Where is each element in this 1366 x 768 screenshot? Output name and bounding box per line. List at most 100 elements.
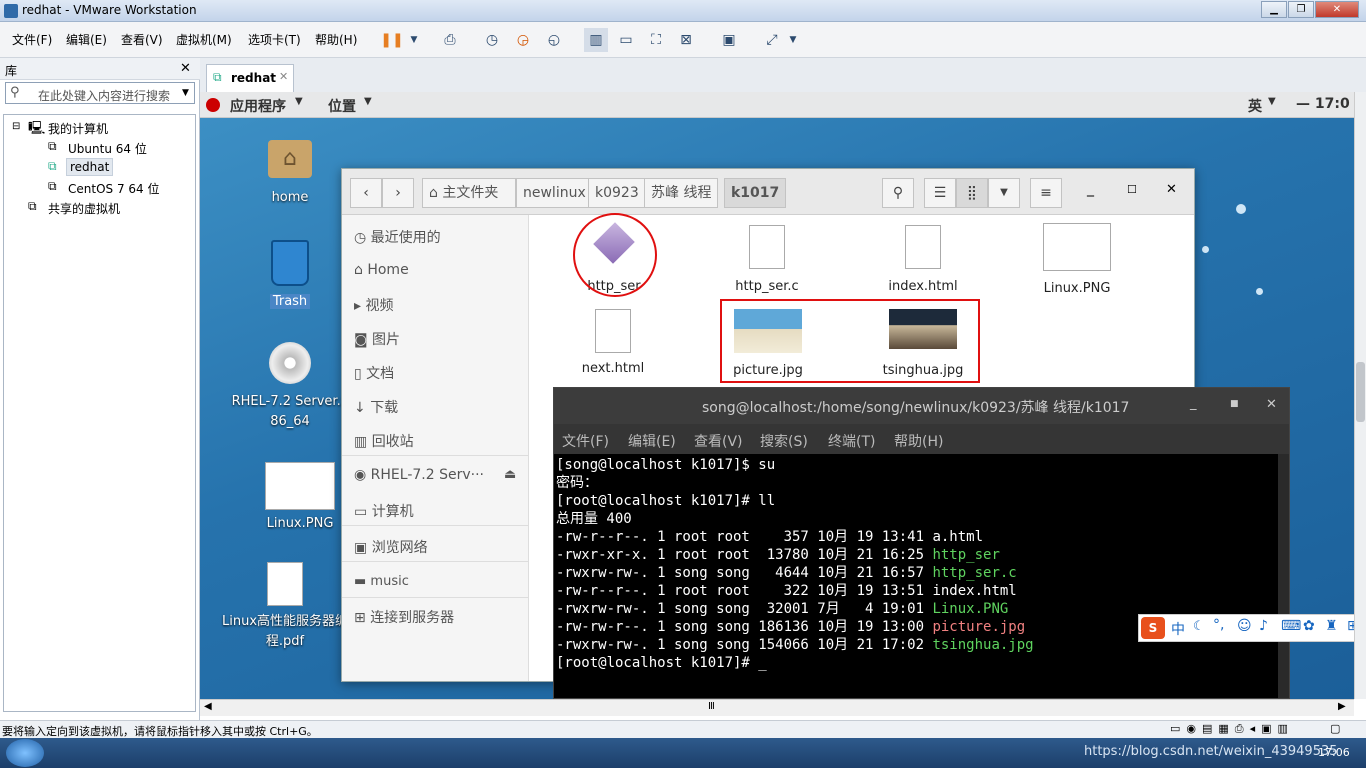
file-index-html[interactable]: index.html xyxy=(878,225,968,294)
unity-icon[interactable]: ⊠ xyxy=(674,28,698,52)
thumbnail-icon[interactable]: ▭ xyxy=(614,28,638,52)
term-menu-edit[interactable]: 编辑(E) xyxy=(628,431,676,451)
menu-help[interactable]: 帮助(H) xyxy=(315,31,357,48)
moon-icon[interactable]: ☾ xyxy=(1193,619,1205,634)
toolbox-icon[interactable]: ✿ xyxy=(1303,618,1315,634)
crumb-k0923[interactable]: k0923 xyxy=(588,178,646,208)
maximize-icon[interactable]: ❐ xyxy=(1288,1,1314,18)
back-button[interactable]: ‹ xyxy=(350,178,382,208)
snapshot-manager-icon[interactable]: ◵ xyxy=(542,28,566,52)
search-dropdown-icon[interactable]: ▼ xyxy=(182,88,189,98)
microphone-icon[interactable]: ♪ xyxy=(1259,618,1268,634)
file-next-html[interactable]: next.html xyxy=(568,309,658,376)
sidebar-item-connect-server[interactable]: ⊞ 连接到服务器 xyxy=(354,607,454,627)
crumb-home[interactable]: ⌂ 主文件夹 xyxy=(422,178,516,208)
emoji-icon[interactable]: ☺ xyxy=(1237,618,1252,634)
menu-edit[interactable]: 编辑(E) xyxy=(66,31,107,48)
search-input[interactable]: 在此处键入内容进行搜索 xyxy=(38,87,170,104)
pause-icon[interactable]: ❚❚ xyxy=(380,28,404,52)
collapse-icon[interactable]: ⊟ xyxy=(12,121,20,132)
console-icon[interactable]: ▣ xyxy=(717,28,741,52)
sogou-icon[interactable]: S xyxy=(1141,617,1165,639)
crumb-thread[interactable]: 苏峰 线程 xyxy=(644,178,719,208)
crumb-k1017[interactable]: k1017 xyxy=(724,178,787,208)
snapshot-icon[interactable]: ◷ xyxy=(480,28,504,52)
terminal-scrollbar[interactable] xyxy=(1278,454,1289,698)
start-button[interactable] xyxy=(6,739,44,767)
sidebar-item-computer[interactable]: ▭ 计算机 xyxy=(354,501,414,521)
view-options-icon[interactable]: ▼ xyxy=(988,178,1020,208)
sidebar-item-documents[interactable]: ▯ 文档 xyxy=(354,363,394,383)
skin-icon[interactable]: ♜ xyxy=(1325,618,1338,634)
scroll-thumb[interactable]: Ⅲ xyxy=(708,701,715,712)
message-icon[interactable]: ▢ xyxy=(1330,722,1340,735)
close-icon[interactable]: ✕ xyxy=(1166,182,1177,197)
scroll-thumb[interactable] xyxy=(1356,362,1365,422)
send-keys-icon[interactable]: ⎙ xyxy=(438,28,462,52)
file-linux-png[interactable]: Linux.PNG xyxy=(1032,223,1122,296)
maximize-icon[interactable]: ■ xyxy=(1230,399,1239,409)
close-icon[interactable]: ✕ xyxy=(1266,397,1277,412)
sidebar-toggle-icon[interactable]: ▥ xyxy=(584,28,608,52)
maximize-icon[interactable]: ☐ xyxy=(1127,183,1137,196)
term-menu-view[interactable]: 查看(V) xyxy=(694,431,743,451)
sidebar-item-home[interactable]: ⌂ Home xyxy=(354,262,409,278)
menu-view[interactable]: 查看(V) xyxy=(121,31,163,48)
terminal-output[interactable]: [song@localhost k1017]$ su 密码： [root@local… xyxy=(554,454,1278,698)
menu-file[interactable]: 文件(F) xyxy=(12,31,52,48)
desktop-icon-home[interactable]: ⌂ home xyxy=(250,140,330,205)
punctuation-icon[interactable]: °, xyxy=(1213,617,1224,633)
tree-vm-redhat[interactable]: redhat xyxy=(66,158,114,176)
tab-redhat[interactable]: ⧉ redhat ✕ xyxy=(206,64,294,92)
menu-vm[interactable]: 虚拟机(M) xyxy=(176,31,232,48)
sidebar-item-trash[interactable]: ▥ 回收站 xyxy=(354,431,414,451)
desktop-icon-linux-png[interactable]: Linux.PNG xyxy=(250,462,350,531)
term-menu-help[interactable]: 帮助(H) xyxy=(894,431,943,451)
scroll-right-icon[interactable]: ▶ xyxy=(1338,701,1346,712)
list-view-icon[interactable]: ☰ xyxy=(924,178,956,208)
tree-vm-centos[interactable]: CentOS 7 64 位 xyxy=(68,180,159,197)
sidebar-item-network[interactable]: ▣ 浏览网络 xyxy=(354,537,428,557)
tree-root[interactable]: 我的计算机 xyxy=(48,120,108,137)
library-close-icon[interactable]: ✕ xyxy=(180,61,191,76)
tree-shared[interactable]: 共享的虚拟机 xyxy=(48,200,120,217)
sidebar-item-pictures[interactable]: ◙ 图片 xyxy=(354,329,400,349)
term-menu-search[interactable]: 搜索(S) xyxy=(760,431,808,451)
desktop-icon-trash[interactable]: Trash xyxy=(250,240,330,309)
minimize-icon[interactable]: _ xyxy=(1190,396,1197,411)
desktop-icon-pdf[interactable]: Linux高性能服务器编程.pdf xyxy=(220,562,350,652)
stretch-dropdown-icon[interactable]: ▼ xyxy=(781,28,805,52)
places-menu[interactable]: 位置 xyxy=(328,96,356,116)
keyboard-icon[interactable]: ⌨ xyxy=(1281,618,1301,634)
library-search[interactable]: ⚲ 在此处键入内容进行搜索 ▼ xyxy=(5,82,195,104)
close-icon[interactable]: ✕ xyxy=(1315,1,1359,18)
tree-vm-ubuntu[interactable]: Ubuntu 64 位 xyxy=(68,140,147,157)
eject-icon[interactable]: ⏏ xyxy=(504,467,516,482)
sidebar-item-videos[interactable]: ▸ 视频 xyxy=(354,295,393,315)
vm-vertical-scrollbar[interactable] xyxy=(1354,92,1366,699)
clock[interactable]: — 17:0 xyxy=(1296,96,1350,112)
device-icons[interactable]: ▭◉▤▦⎙◂▣▥ xyxy=(1170,722,1294,736)
file-http-ser-c[interactable]: http_ser.c xyxy=(722,225,812,294)
menu-tabs[interactable]: 选项卡(T) xyxy=(248,31,301,48)
fullscreen-icon[interactable]: ⛶ xyxy=(644,28,668,52)
term-menu-terminal[interactable]: 终端(T) xyxy=(828,431,875,451)
input-method[interactable]: 英 xyxy=(1248,96,1262,116)
desktop-icon-rhel[interactable]: RHEL-7.2 Server.x86_64 xyxy=(230,342,350,432)
scroll-left-icon[interactable]: ◀ xyxy=(204,701,212,712)
chevron-down-icon[interactable]: ▼ xyxy=(402,28,426,52)
taskbar-clock[interactable]: 17:06 xyxy=(1318,746,1350,759)
minimize-icon[interactable]: _ xyxy=(1087,181,1094,197)
minimize-icon[interactable]: ▁ xyxy=(1261,1,1287,18)
crumb-newlinux[interactable]: newlinux xyxy=(516,178,593,208)
vm-horizontal-scrollbar[interactable]: ◀ Ⅲ ▶ xyxy=(200,699,1354,716)
ime-mode[interactable]: 中 xyxy=(1171,619,1185,639)
sidebar-item-rhel[interactable]: ◉ RHEL-7.2 Serv··· xyxy=(354,467,484,483)
sidebar-item-music[interactable]: ▬ music xyxy=(354,574,409,589)
menu-icon[interactable]: ≡ xyxy=(1030,178,1062,208)
sidebar-item-downloads[interactable]: ↓ 下载 xyxy=(354,397,398,417)
term-menu-file[interactable]: 文件(F) xyxy=(562,431,609,451)
search-button[interactable]: ⚲ xyxy=(882,178,914,208)
grid-view-icon[interactable]: ⣿ xyxy=(956,178,988,208)
forward-button[interactable]: › xyxy=(382,178,414,208)
